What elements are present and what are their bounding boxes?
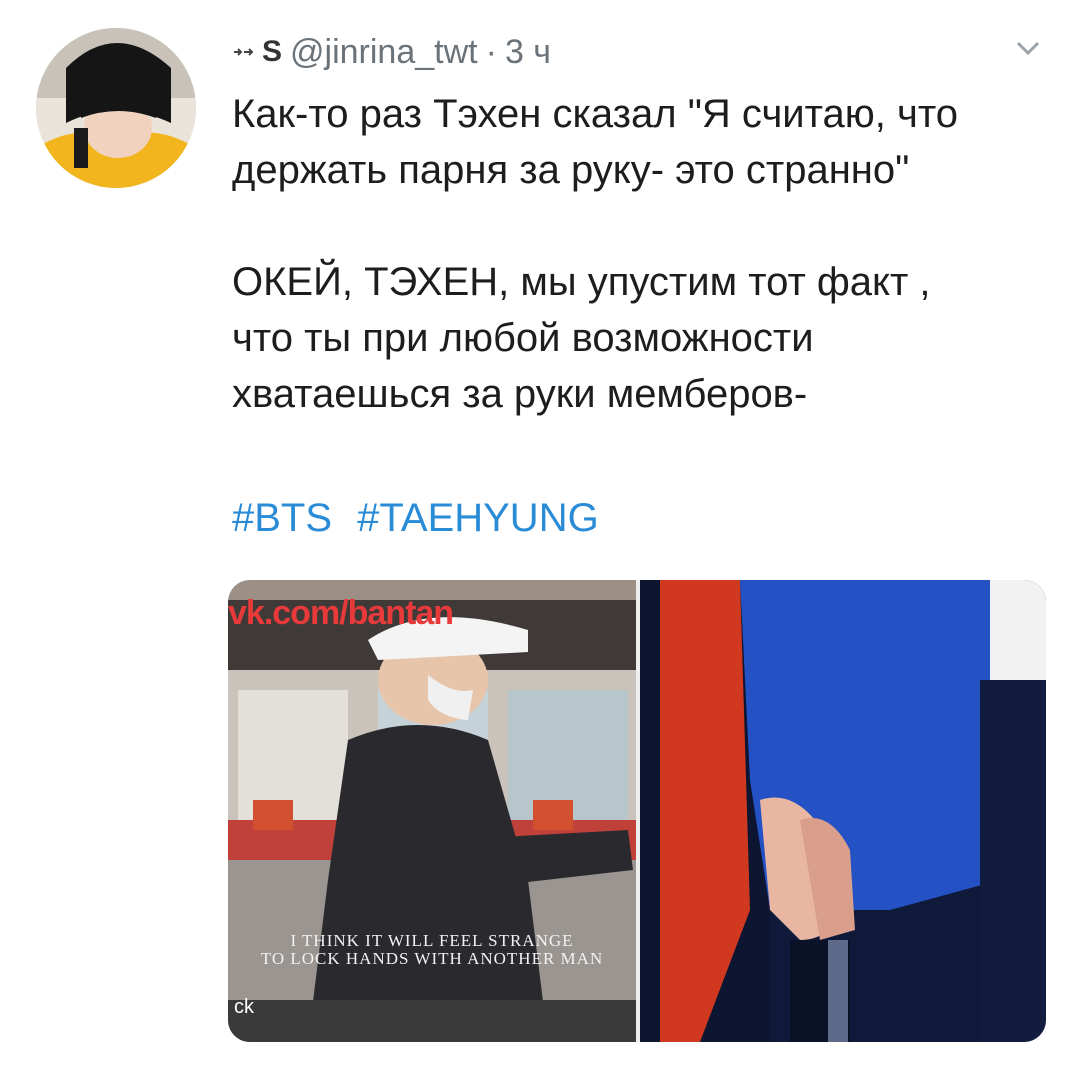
media-image-right[interactable]	[640, 580, 1046, 1042]
avatar-image	[36, 28, 196, 188]
tweet-text-line: что ты при любой возможности	[232, 316, 814, 360]
tweet-text-paragraph-2: ОКЕЙ, ТЭХЕН, мы упустим тот факт , что т…	[232, 254, 931, 422]
author-name[interactable]: S	[262, 35, 282, 69]
hashtags: #BTS #TAEHYUNG	[232, 490, 613, 546]
tweet-text-line: держать парня за руку- это странно"	[232, 148, 910, 192]
author-handle[interactable]: @jinrina_twt	[290, 33, 478, 72]
avatar[interactable]	[36, 28, 196, 188]
tweet-text-line: Как-то раз Тэхен сказал "Я считаю, что	[232, 92, 958, 136]
tweet-text-line: ОКЕЙ, ТЭХЕН, мы упустим тот факт ,	[232, 260, 931, 304]
retweet-icon	[234, 48, 254, 56]
holding-hands-image	[640, 580, 1046, 1042]
subtitle-line-2: TO LOCK HANDS WITH ANOTHER MAN	[260, 949, 604, 968]
watermark: vk.com/bantan	[228, 594, 454, 632]
tweet-header: S @jinrina_twt · 3 ч	[232, 30, 551, 74]
tweet-text-paragraph-1: Как-то раз Тэхен сказал "Я считаю, что д…	[232, 86, 958, 198]
corner-caption: ck	[234, 996, 254, 1018]
tweet-media[interactable]: vk.com/bantan I THINK IT WILL FEEL STRAN…	[228, 580, 1046, 1042]
media-image-left[interactable]: vk.com/bantan I THINK IT WILL FEEL STRAN…	[228, 580, 636, 1042]
tweet-text-line: хватаешься за руки мемберов-	[232, 372, 808, 416]
chevron-down-icon[interactable]	[1012, 36, 1044, 60]
subtitle-line-1: I THINK IT WILL FEEL STRANGE	[290, 931, 574, 950]
meta-separator: ·	[485, 32, 497, 71]
hashtag-taehyung[interactable]: #TAEHYUNG	[357, 496, 599, 540]
street-scene-image	[228, 580, 636, 1042]
tweet-time[interactable]: 3 ч	[505, 33, 551, 72]
hashtag-bts[interactable]: #BTS	[232, 496, 332, 540]
